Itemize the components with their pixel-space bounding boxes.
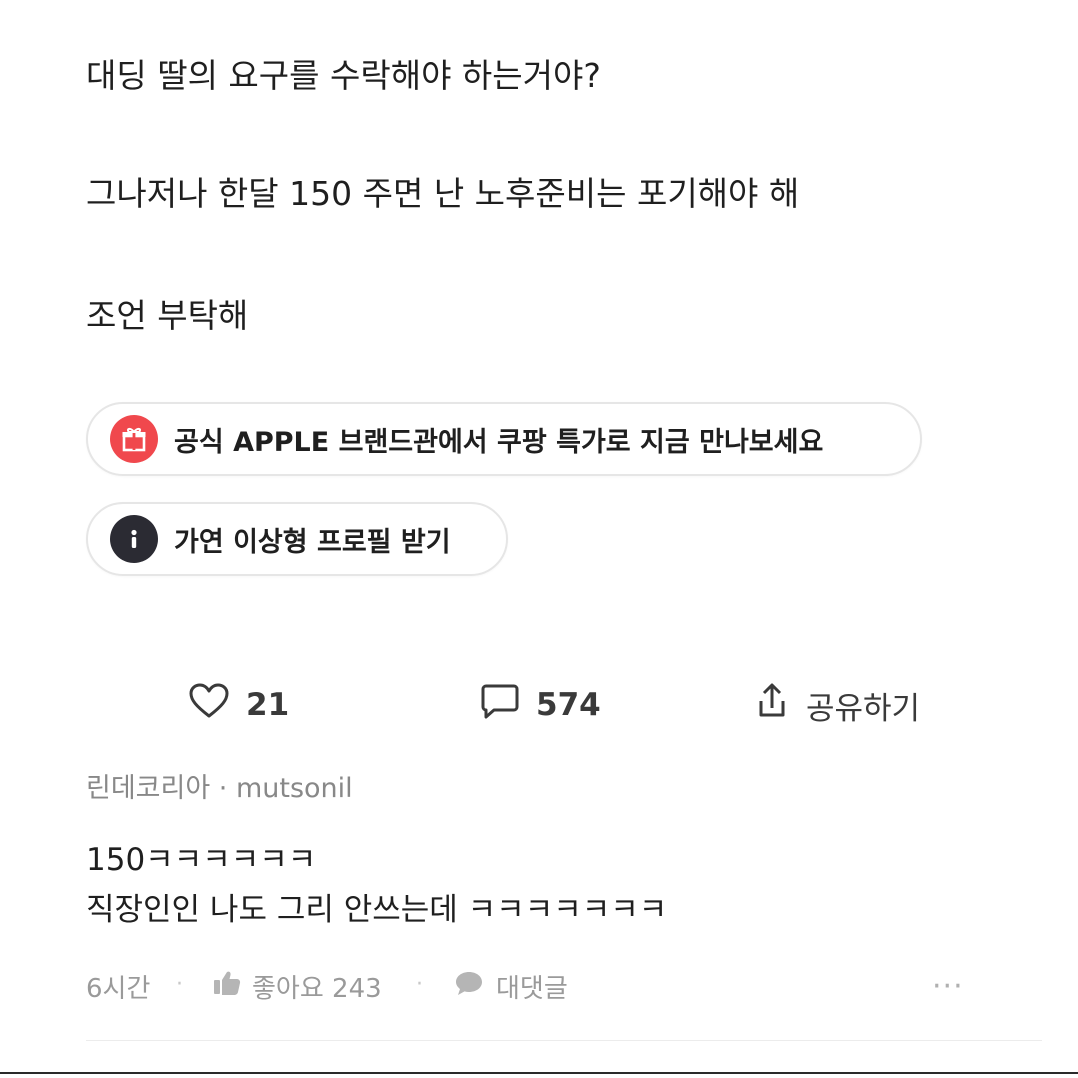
ad-banner-label: 공식 APPLE 브랜드관에서 쿠팡 특가로 지금 만나보세요: [174, 426, 824, 458]
heart-icon: [188, 682, 230, 728]
comment-icon: [480, 682, 520, 728]
comment-time: 6시간: [86, 966, 150, 1006]
thumbs-up-icon: [212, 969, 242, 1004]
post-text-line-1: 대딩 딸의 요구를 수락해야 하는거야?: [86, 56, 601, 95]
comment-like-label: 좋아요 243: [252, 973, 382, 1004]
reply-label: 대댓글: [496, 973, 568, 1004]
ad-banner-button[interactable]: 공식 APPLE 브랜드관에서 쿠팡 특가로 지금 만나보세요: [86, 402, 922, 476]
comment-time-label: 6시간: [86, 973, 151, 1004]
profile-offer-label: 가연 이상형 프로필 받기: [174, 526, 451, 558]
comment-text-line-1: 150ㅋㅋㅋㅋㅋㅋ: [86, 842, 317, 878]
divider: [86, 1040, 1042, 1041]
more-options-button[interactable]: ···: [932, 966, 964, 1006]
comment-author[interactable]: 린데코리아 · mutsonil: [86, 766, 353, 805]
share-button[interactable]: 공유하기: [752, 680, 920, 730]
like-button[interactable]: 21: [188, 680, 289, 730]
bottom-border: [0, 1072, 1078, 1074]
separator-dot: ·: [176, 972, 183, 997]
info-icon: [110, 515, 158, 563]
separator-dot: ·: [416, 972, 423, 997]
comment-like-button[interactable]: 좋아요 243: [212, 966, 382, 1006]
post-text-line-2: 그나저나 한달 150 주면 난 노후준비는 포기해야 해: [86, 174, 800, 213]
reply-button[interactable]: 대댓글: [454, 966, 568, 1006]
comment-count: 574: [536, 687, 601, 723]
share-icon: [752, 681, 792, 729]
chat-bubble-icon: [454, 969, 484, 1004]
like-count: 21: [246, 687, 290, 723]
profile-offer-button[interactable]: 가연 이상형 프로필 받기: [86, 502, 508, 576]
post-text-line-3: 조언 부탁해: [86, 296, 249, 335]
more-icon: ···: [932, 968, 964, 1004]
comment-button[interactable]: 574: [480, 680, 601, 730]
share-label: 공유하기: [806, 690, 921, 727]
gift-icon: [110, 415, 158, 463]
comment-text-line-2: 직장인인 나도 그리 안쓰는데 ㅋㅋㅋㅋㅋㅋㅋ: [86, 892, 668, 928]
